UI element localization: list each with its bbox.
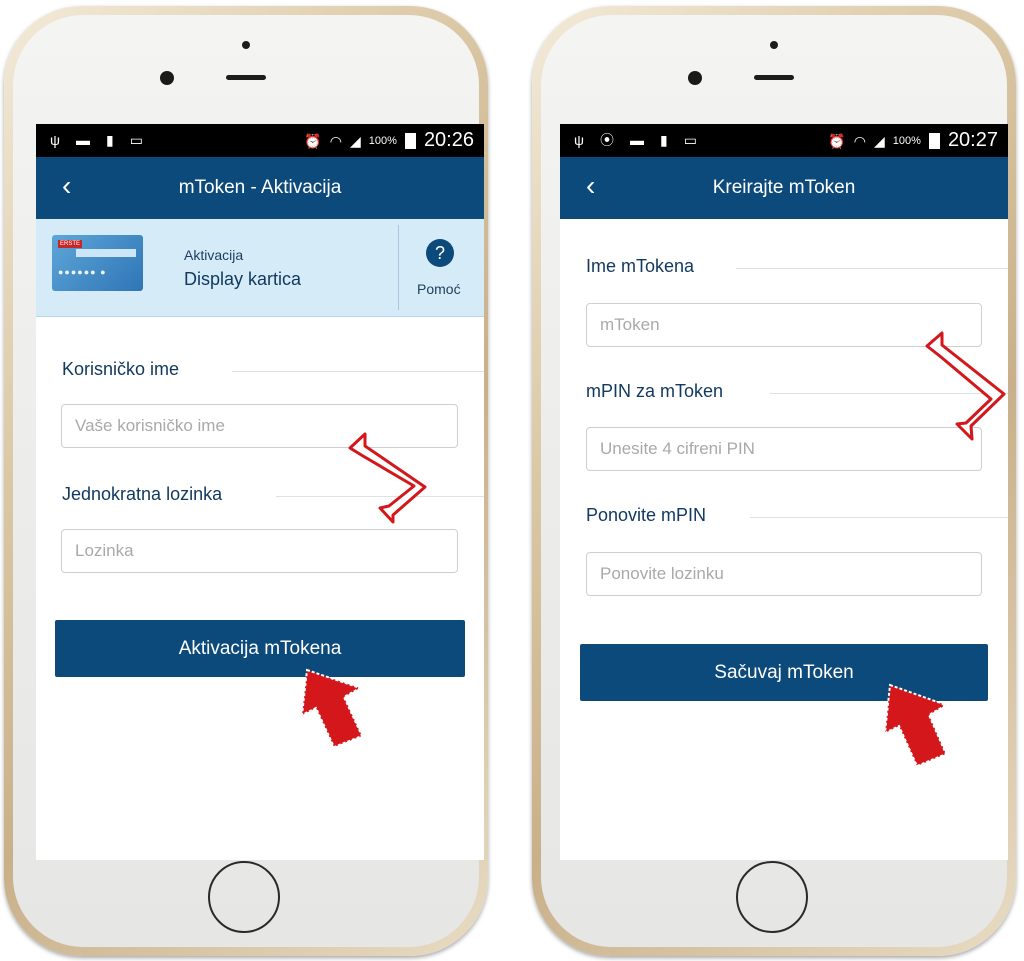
location-icon: ⦿ [599,132,614,148]
help-icon[interactable]: ? [426,239,454,267]
repeat-mpin-input[interactable] [586,552,982,596]
label-divider [750,517,1008,518]
help-label[interactable]: Pomoć [417,281,461,297]
mpin-label: mPIN za mToken [586,381,724,401]
alarm-icon: ⏰ [304,132,322,149]
wifi-icon: ◠ [329,132,343,149]
activate-mtoken-button[interactable]: Aktivacija mTokena [55,620,465,677]
label-divider [770,393,1008,394]
page-title: Kreirajte mToken [712,177,856,198]
signal-icon: ◢ [874,132,885,149]
signal-icon: ◢ [350,132,361,149]
label-divider [276,496,484,497]
label-divider [232,371,484,372]
usb-icon: ψ [50,132,60,148]
repeat-mpin-label: Ponovite mPIN [586,505,707,525]
clock-time: 20:27 [947,129,998,151]
card-keypad: ●●●●●● ● [58,267,107,277]
card-display [76,249,136,257]
status-bar: ψ ▬ ▮ ▭ ⏰ ◠ ◢ 100% 20:26 [36,124,484,157]
battery-notification-icon: ▮ [659,132,668,148]
front-camera-icon [688,71,702,85]
username-label: Korisničko ime [62,359,180,379]
battery-icon [928,132,940,149]
image-icon: ▭ [683,132,697,148]
usb-icon: ψ [574,132,584,148]
battery-percent: 100% [892,134,921,147]
battery-percent: 100% [368,134,397,147]
right-screen: ψ ⦿ ▬ ▮ ▭ ⏰ ◠ ◢ 100% 20:27 ‹ Kreirajte m… [560,124,1008,860]
alarm-icon: ⏰ [828,132,846,149]
battery-notification-icon: ▮ [105,132,114,148]
page-title: mToken - Aktivacija [178,177,342,198]
label-divider [736,268,1008,269]
clock-time: 20:26 [423,129,474,151]
activation-type-label: Aktivacija [184,247,244,263]
mpin-input[interactable] [586,427,982,471]
home-button[interactable] [208,861,280,933]
activation-method-label: Display kartica [184,269,302,289]
video-icon: ▬ [75,132,90,148]
display-card-image: ERSTE ●●●●●● ● [52,235,143,291]
earpiece-speaker-icon [754,75,794,80]
front-camera-icon [160,71,174,85]
left-screen: ψ ▬ ▮ ▭ ⏰ ◠ ◢ 100% 20:26 ‹ mToken - Akti… [36,124,484,860]
app-bar: ‹ Kreirajte mToken [560,157,1008,219]
save-mtoken-button[interactable]: Sačuvaj mToken [580,644,988,701]
divider [398,225,399,310]
video-icon: ▬ [629,132,644,148]
home-button[interactable] [736,861,808,933]
proximity-sensor-icon [242,41,250,49]
earpiece-speaker-icon [226,75,266,80]
app-bar: ‹ mToken - Aktivacija [36,157,484,219]
image-icon: ▭ [129,132,143,148]
wifi-icon: ◠ [853,132,867,149]
card-logo: ERSTE [58,240,83,248]
one-time-password-label: Jednokratna lozinka [62,484,223,504]
proximity-sensor-icon [770,41,778,49]
left-phone-frame: ψ ▬ ▮ ▭ ⏰ ◠ ◢ 100% 20:26 ‹ mToken - Akti… [4,6,488,956]
right-phone-frame: ψ ⦿ ▬ ▮ ▭ ⏰ ◠ ◢ 100% 20:27 ‹ Kreirajte m… [532,6,1016,956]
battery-icon [404,132,416,149]
status-bar: ψ ⦿ ▬ ▮ ▭ ⏰ ◠ ◢ 100% 20:27 [560,124,1008,157]
username-input[interactable] [61,404,458,448]
password-input[interactable] [61,529,458,573]
mtoken-name-input[interactable] [586,303,982,347]
mtoken-name-label: Ime mTokena [586,256,695,276]
activation-info-panel: ERSTE ●●●●●● ● Aktivacija Display kartic… [36,219,484,317]
